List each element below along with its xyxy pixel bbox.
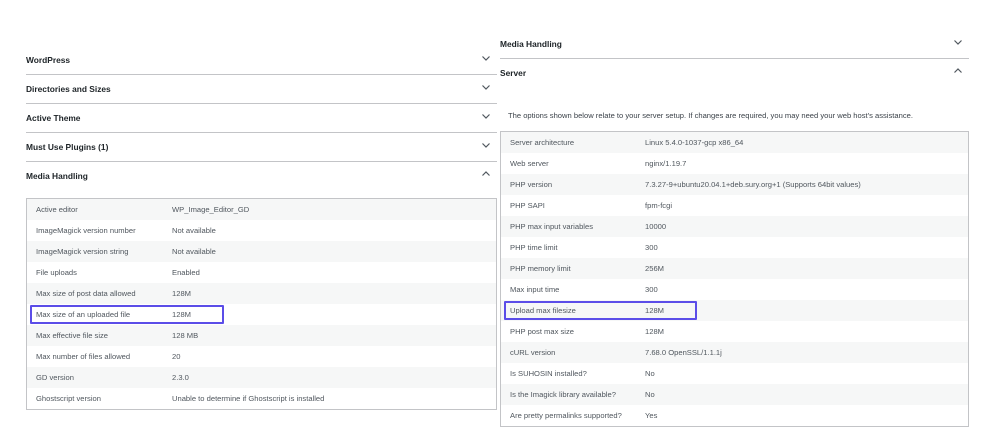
- table-row: GD version 2.3.0: [26, 367, 497, 388]
- row-label: cURL version: [500, 342, 636, 363]
- site-health-info-right-column: Media Handling Server The options shown …: [500, 30, 969, 427]
- row-value: 256M: [636, 258, 969, 279]
- row-value: 7.68.0 OpenSSL/1.1.1j: [636, 342, 969, 363]
- accordion-media-handling[interactable]: Media Handling: [26, 162, 497, 190]
- row-value: 300: [645, 243, 658, 252]
- row-label: Is the Imagick library available?: [500, 384, 636, 405]
- row-label: PHP post max size: [510, 327, 575, 336]
- row-label: Max input time: [510, 285, 560, 294]
- row-label: File uploads: [36, 268, 77, 277]
- row-value: No: [645, 369, 655, 378]
- table-row: PHP SAPI fpm-fcgi: [501, 195, 969, 216]
- row-value: 128M: [172, 310, 191, 319]
- accordion-title: Media Handling: [26, 171, 88, 181]
- row-value: Unable to determine if Ghostscript is in…: [172, 394, 325, 403]
- table-row: Is SUHOSIN installed? No: [501, 363, 969, 384]
- row-label: PHP SAPI: [510, 201, 545, 210]
- server-intro-text: The options shown below relate to your s…: [508, 111, 913, 120]
- row-value: Enabled: [172, 268, 200, 277]
- table-row: Server architecture Linux 5.4.0-1037-gcp …: [500, 131, 969, 153]
- row-label: Is SUHOSIN installed?: [510, 369, 587, 378]
- table-row: PHP version 7.3.27-9+ubuntu20.04.1+deb.su…: [500, 174, 969, 195]
- server-table: Server architecture Linux 5.4.0-1037-gcp …: [500, 131, 969, 427]
- table-row: PHP max input variables 10000: [500, 216, 969, 237]
- accordion-must-use-plugins[interactable]: Must Use Plugins (1): [26, 133, 497, 162]
- row-label: Upload max filesize: [500, 300, 636, 321]
- site-health-info-left-column: WordPress Directories and Sizes Active T…: [26, 46, 497, 410]
- row-value: 2.3.0: [163, 367, 497, 388]
- row-label: Server architecture: [500, 131, 636, 153]
- row-value: 10000: [636, 216, 969, 237]
- table-row: File uploads Enabled: [27, 262, 497, 283]
- row-label: PHP version: [500, 174, 636, 195]
- table-row: cURL version 7.68.0 OpenSSL/1.1.1j: [500, 342, 969, 363]
- table-row: Max input time 300: [501, 279, 969, 300]
- row-label: PHP memory limit: [500, 258, 636, 279]
- row-value: No: [636, 384, 969, 405]
- accordion-title: Directories and Sizes: [26, 84, 111, 94]
- row-label: Active editor: [26, 198, 163, 220]
- row-label: Max size of an uploaded file: [36, 310, 131, 319]
- row-label: ImageMagick version number: [36, 226, 136, 235]
- chevron-down-icon: [953, 37, 963, 47]
- accordion-wordpress[interactable]: WordPress: [26, 46, 497, 75]
- row-label: GD version: [26, 367, 163, 388]
- table-row: Active editor WP_Image_Editor_GD: [26, 198, 497, 220]
- table-row: ImageMagick version string Not available: [26, 241, 497, 262]
- row-label: Max number of files allowed: [36, 352, 131, 361]
- row-label: ImageMagick version string: [26, 241, 163, 262]
- row-label: Max size of post data allowed: [26, 283, 163, 304]
- table-row: PHP memory limit 256M: [500, 258, 969, 279]
- row-value: Not available: [163, 241, 497, 262]
- row-value: 20: [172, 352, 181, 361]
- table-row: Ghostscript version Unable to determine i…: [27, 388, 497, 410]
- row-value: 128M: [636, 300, 969, 321]
- row-value: 128 MB: [163, 325, 497, 346]
- accordion-active-theme[interactable]: Active Theme: [26, 104, 497, 133]
- row-value: fpm-fcgi: [645, 201, 673, 210]
- row-value: 300: [645, 285, 658, 294]
- table-row: Upload max filesize 128M: [500, 300, 969, 321]
- accordion-title: Active Theme: [26, 113, 81, 123]
- row-value: Linux 5.4.0-1037-gcp x86_64: [636, 131, 969, 153]
- row-label: Web server: [510, 159, 549, 168]
- chevron-up-icon: [481, 169, 491, 179]
- chevron-down-icon: [481, 140, 491, 150]
- row-label: Are pretty permalinks supported?: [510, 411, 622, 420]
- accordion-directories-and-sizes[interactable]: Directories and Sizes: [26, 75, 497, 104]
- accordion-title: Media Handling: [500, 39, 562, 49]
- table-row: PHP post max size 128M: [501, 321, 969, 342]
- media-handling-table: Active editor WP_Image_Editor_GD ImageMagi…: [26, 198, 497, 410]
- row-value: nginx/1.19.7: [645, 159, 687, 168]
- row-label: PHP time limit: [510, 243, 558, 252]
- accordion-title: WordPress: [26, 55, 71, 65]
- accordion-title: Must Use Plugins (1): [26, 142, 109, 152]
- row-value: WP_Image_Editor_GD: [163, 198, 497, 220]
- chevron-down-icon: [481, 53, 491, 63]
- table-row: Is the Imagick library available? No: [500, 384, 969, 405]
- row-value: Yes: [645, 411, 658, 420]
- row-value: Not available: [172, 226, 216, 235]
- table-row: Web server nginx/1.19.7: [501, 153, 969, 174]
- row-value: 7.3.27-9+ubuntu20.04.1+deb.sury.org+1 (S…: [636, 174, 969, 195]
- row-label: Ghostscript version: [36, 394, 101, 403]
- table-row: Max number of files allowed 20: [27, 346, 497, 367]
- table-row: PHP time limit 300: [501, 237, 969, 258]
- chevron-up-icon: [953, 66, 963, 76]
- table-row: Max size of an uploaded file 128M: [27, 304, 497, 325]
- table-row: Are pretty permalinks supported? Yes: [501, 405, 969, 427]
- table-row: Max size of post data allowed 128M: [26, 283, 497, 304]
- chevron-down-icon: [481, 82, 491, 92]
- accordion-server[interactable]: Server: [500, 59, 969, 87]
- table-row: Max effective file size 128 MB: [26, 325, 497, 346]
- row-value: 128M: [163, 283, 497, 304]
- row-label: Max effective file size: [26, 325, 163, 346]
- row-label: PHP max input variables: [500, 216, 636, 237]
- chevron-down-icon: [481, 111, 491, 121]
- accordion-title: Server: [500, 68, 527, 78]
- row-value: 128M: [645, 327, 664, 336]
- accordion-media-handling[interactable]: Media Handling: [500, 30, 969, 59]
- table-row: ImageMagick version number Not available: [27, 220, 497, 241]
